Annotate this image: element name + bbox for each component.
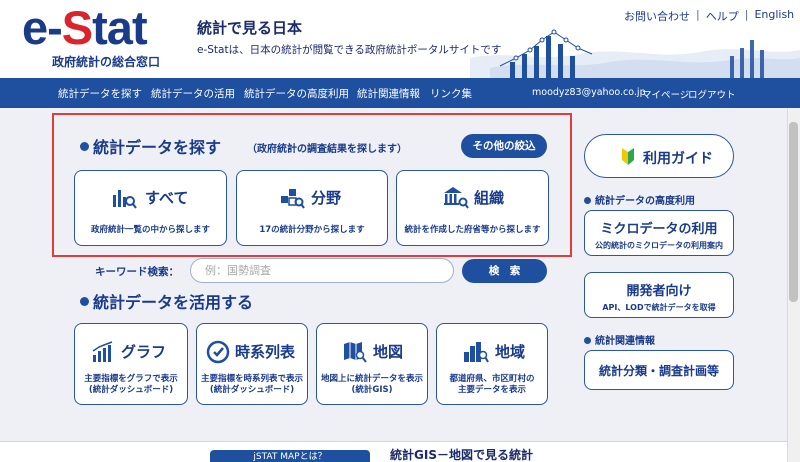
card-title: 分野 (311, 189, 342, 207)
separator: | (744, 8, 749, 21)
card-description-line2: 主要データを表示 (457, 385, 526, 395)
search-section-title: 統計データを探す (80, 134, 221, 158)
nav-item-search[interactable]: 統計データを探す (58, 86, 142, 101)
english-link[interactable]: English (754, 8, 794, 24)
use-card-region[interactable]: 地域 都道府県、市区町村の 主要データを表示 (436, 323, 548, 405)
card-description-line2: (統計ダッシュボード) (88, 385, 174, 395)
bar-chart-search-icon (113, 190, 137, 209)
nav-item-links[interactable]: リンク集 (430, 86, 472, 101)
search-button[interactable]: 検 索 (462, 259, 547, 283)
developer-title: 開発者向け (626, 284, 692, 299)
clock-icon (206, 340, 230, 364)
help-link[interactable]: ヘルプ (706, 8, 739, 24)
gis-section-title: 統計GIS－地図で見る統計 (390, 448, 533, 462)
card-title: すべて (145, 189, 189, 207)
nav-item-use[interactable]: 統計データの活用 (151, 86, 235, 101)
developer-button[interactable]: 開発者向け API、LODで統計データを取得 (584, 272, 734, 318)
card-title: 地図 (373, 343, 404, 361)
microdata-button[interactable]: ミクロデータの利用 公的統計のミクロデータの利用案内 (584, 210, 734, 256)
logo-suffix: tat (92, 1, 147, 54)
card-title: 時系列表 (235, 343, 296, 361)
user-guide-button[interactable]: 利用ガイド (584, 134, 734, 178)
mypage-link[interactable]: マイページ (642, 87, 689, 101)
separator: | (696, 8, 700, 21)
use-section-title: 統計データを活用する (80, 289, 253, 313)
card-description-line2: (統計ダッシュボード) (209, 385, 295, 395)
building-search-icon (444, 187, 469, 209)
card-description: 統計を作成した府省等から探します (404, 225, 541, 235)
card-description: 政府統計一覧の中から探します (90, 225, 210, 235)
card-description-line2: (統計GIS) (351, 385, 393, 395)
nav-item-advanced[interactable]: 統計データの高度利用 (244, 86, 349, 101)
logo[interactable]: e-Stat (22, 1, 148, 54)
jstat-map-button[interactable]: jSTAT MAPとは？ (210, 450, 370, 462)
top-links: お問い合わせ | ヘルプ | English (624, 8, 794, 24)
search-section-note: （政府統計の調査結果を探します） (247, 144, 407, 155)
site-header: e-Stat 政府統計の総合窓口 統計で見る日本 e-Statは、日本の統計が閲… (0, 0, 800, 78)
card-description-line1: 都道府県、市区町村の (449, 374, 535, 384)
microdata-description: 公的統計のミクロデータの利用案内 (595, 241, 723, 250)
bullet-icon (80, 297, 89, 306)
graph-icon (92, 341, 113, 362)
bullet-icon (584, 336, 591, 344)
logo-prefix: e- (22, 1, 63, 54)
card-description-line1: 主要指標を時系列表で表示 (200, 374, 303, 384)
use-card-graph[interactable]: グラフ 主要指標をグラフで表示 (統計ダッシュボード) (74, 323, 188, 405)
site-title: 統計で見る日本 (197, 19, 303, 37)
scrollbar-thumb[interactable] (789, 122, 798, 302)
map-icon (344, 342, 367, 363)
keyword-search-input[interactable] (190, 258, 454, 283)
card-title: グラフ (121, 343, 167, 361)
bullet-icon (80, 142, 89, 151)
card-description-line1: 主要指標をグラフで表示 (84, 374, 178, 384)
developer-description: API、LODで統計データを取得 (602, 303, 716, 312)
card-description: 17の統計分野から探します (259, 225, 365, 235)
logout-link[interactable]: ログアウト (688, 87, 736, 101)
site-description: e-Statは、日本の統計が閲覧できる政府統計ポータルサイトです (197, 44, 502, 56)
keyword-search-label: キーワード検索： (95, 266, 179, 278)
contact-link[interactable]: お問い合わせ (624, 8, 690, 24)
bullet-icon (584, 196, 591, 204)
card-description-line1: 地図上に統計データを表示 (320, 374, 423, 384)
city-icon (464, 342, 489, 363)
logo-subtitle: 政府統計の総合窓口 (52, 55, 161, 69)
nav-item-related[interactable]: 統計関連情報 (357, 86, 420, 101)
cubes-search-icon (281, 189, 305, 209)
classification-button[interactable]: 統計分類・調査計画等 (584, 350, 734, 390)
search-card-all[interactable]: すべて 政府統計一覧の中から探します (74, 170, 227, 246)
use-card-timeseries[interactable]: 時系列表 主要指標を時系列表で表示 (統計ダッシュボード) (196, 323, 308, 405)
card-title: 地域 (495, 343, 526, 361)
logo-s: S (61, 1, 93, 54)
related-heading: 統計関連情報 (584, 332, 655, 347)
search-card-field[interactable]: 分野 17の統計分野から探します (236, 170, 388, 246)
card-title: 組織 (474, 189, 505, 207)
user-email: moodyz83@yahoo.co.jp (532, 87, 646, 98)
other-filter-button[interactable]: その他の絞込 (461, 134, 547, 158)
classification-label: 統計分類・調査計画等 (598, 364, 719, 378)
user-guide-label: 利用ガイド (643, 151, 713, 167)
main-nav: 統計データを探す 統計データの活用 統計データの高度利用 統計関連情報 リンク集… (0, 78, 800, 108)
search-card-organization[interactable]: 組織 統計を作成した府省等から探します (396, 170, 549, 246)
beginner-mark-icon (622, 148, 634, 165)
microdata-title: ミクロデータの利用 (600, 222, 718, 237)
use-card-map[interactable]: 地図 地図上に統計データを表示 (統計GIS) (316, 323, 428, 405)
advanced-heading: 統計データの高度利用 (584, 192, 695, 207)
